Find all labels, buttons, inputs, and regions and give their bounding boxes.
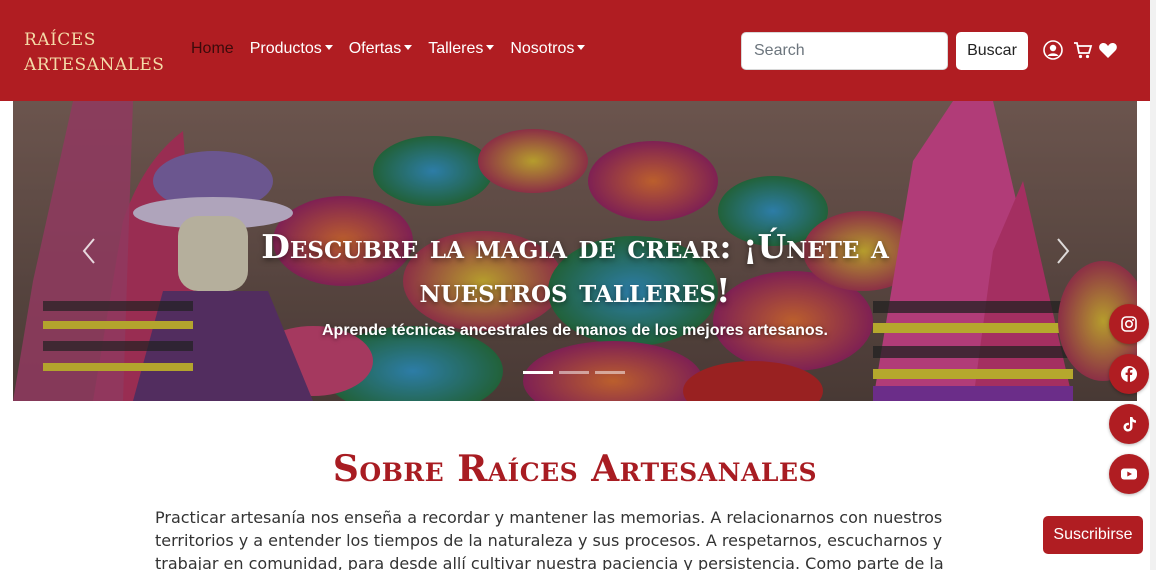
tiktok-icon — [1123, 417, 1136, 432]
user-icon[interactable] — [1043, 40, 1063, 60]
nav-link-productos-label: Productos — [249, 40, 322, 57]
subscribe-button[interactable]: Suscribirse — [1043, 516, 1143, 554]
about-title: Sobre Raíces Artesanales — [332, 448, 818, 490]
nav-link-talleres-label: Talleres — [428, 40, 484, 57]
brand-line-1: RAÍCES — [24, 30, 96, 50]
carousel-indicator-2[interactable] — [559, 371, 589, 374]
nav-links: Home Productos Ofertas Talleres Nosotros — [191, 40, 601, 58]
hero-subtitle: Aprende técnicas ancestrales de manos de… — [322, 322, 828, 339]
carousel-indicators — [523, 371, 625, 374]
facebook-icon — [1121, 366, 1137, 382]
instagram-button[interactable] — [1109, 304, 1149, 344]
caret-down-icon — [404, 45, 413, 50]
carousel-indicator-3[interactable] — [595, 371, 625, 374]
hero-title: Descubre la magia de crear: ¡Únete a nue… — [261, 227, 889, 310]
search-button[interactable]: Buscar — [956, 32, 1028, 70]
nav-link-talleres[interactable]: Talleres — [428, 40, 495, 58]
navbar: RAÍCES ARTESANALES Home Productos Oferta… — [0, 0, 1150, 101]
brand-logo[interactable]: RAÍCES ARTESANALES — [24, 28, 174, 78]
nav-link-nosotros[interactable]: Nosotros — [510, 40, 586, 58]
cart-icon[interactable] — [1073, 40, 1093, 60]
caret-down-icon — [324, 45, 333, 50]
about-text: Practicar artesanía nos enseña a recorda… — [155, 508, 944, 570]
hero-carousel: Descubre la magia de crear: ¡Únete a nue… — [13, 101, 1137, 401]
tiktok-button[interactable] — [1109, 404, 1149, 444]
nav-link-home[interactable]: Home — [191, 40, 234, 58]
nav-link-ofertas-label: Ofertas — [348, 40, 402, 57]
caret-down-icon — [577, 45, 586, 50]
scrollbar[interactable] — [1150, 0, 1156, 570]
nav-link-home-label: Home — [191, 40, 234, 57]
instagram-icon — [1121, 316, 1137, 332]
heart-icon[interactable] — [1098, 40, 1118, 60]
carousel-indicator-1[interactable] — [523, 371, 553, 374]
youtube-icon — [1121, 468, 1137, 480]
brand-line-2: ARTESANALES — [24, 55, 165, 75]
nav-link-ofertas[interactable]: Ofertas — [348, 40, 413, 58]
facebook-button[interactable] — [1109, 354, 1149, 394]
nav-link-productos[interactable]: Productos — [250, 40, 333, 58]
nav-link-nosotros-label: Nosotros — [510, 40, 575, 57]
caret-down-icon — [486, 45, 495, 50]
search-input[interactable] — [741, 32, 948, 70]
youtube-button[interactable] — [1109, 454, 1149, 494]
